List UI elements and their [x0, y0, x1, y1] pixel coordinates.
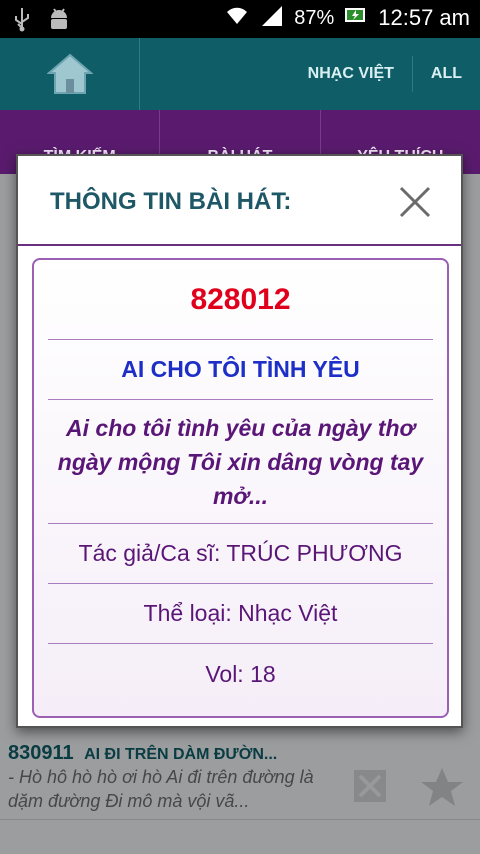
home-button[interactable]	[0, 38, 140, 110]
song-lyric: Ai cho tôi tình yêu của ngày thơ ngày mộ…	[57, 414, 424, 509]
home-icon	[46, 53, 93, 94]
dialog-header: THÔNG TIN BÀI HÁT:	[18, 156, 461, 246]
song-author: Tác giả/Ca sĩ: TRÚC PHƯƠNG	[78, 540, 403, 566]
song-genre: Thể loại: Nhạc Việt	[143, 600, 338, 626]
song-info-dialog: THÔNG TIN BÀI HÁT: 828012 AI CHO TÔI TÌN…	[16, 154, 463, 728]
signal-icon	[260, 4, 284, 32]
author-cell: Tác giả/Ca sĩ: TRÚC PHƯƠNG	[48, 524, 433, 584]
usb-icon	[12, 6, 32, 37]
battery-charging-icon	[344, 5, 368, 31]
vol-cell: Vol: 18	[48, 644, 433, 704]
app-bar: NHẠC VIỆT ALL	[0, 38, 480, 110]
genre-cell: Thể loại: Nhạc Việt	[48, 584, 433, 644]
nav-all[interactable]: ALL	[413, 65, 480, 83]
clock: 12:57 am	[378, 5, 470, 30]
song-code: 828012	[190, 282, 291, 316]
close-icon	[399, 186, 431, 218]
song-title: AI CHO TÔI TÌNH YÊU	[121, 356, 360, 382]
lyric-cell: Ai cho tôi tình yêu của ngày thơ ngày mộ…	[48, 400, 433, 524]
battery-percent: 87%	[294, 6, 335, 29]
android-debug-icon	[46, 6, 72, 37]
top-nav: NHẠC VIỆT ALL	[290, 38, 480, 110]
close-button[interactable]	[397, 184, 433, 220]
status-bar: 87% 12:57 am	[0, 0, 480, 38]
song-info-card: 828012 AI CHO TÔI TÌNH YÊU Ai cho tôi tì…	[32, 258, 449, 718]
song-title-cell: AI CHO TÔI TÌNH YÊU	[48, 340, 433, 400]
dialog-title: THÔNG TIN BÀI HÁT:	[50, 188, 292, 215]
song-code-cell: 828012	[48, 260, 433, 340]
wifi-icon	[224, 4, 250, 32]
nav-nhac-viet[interactable]: NHẠC VIỆT	[290, 65, 412, 83]
song-vol: Vol: 18	[205, 660, 276, 687]
